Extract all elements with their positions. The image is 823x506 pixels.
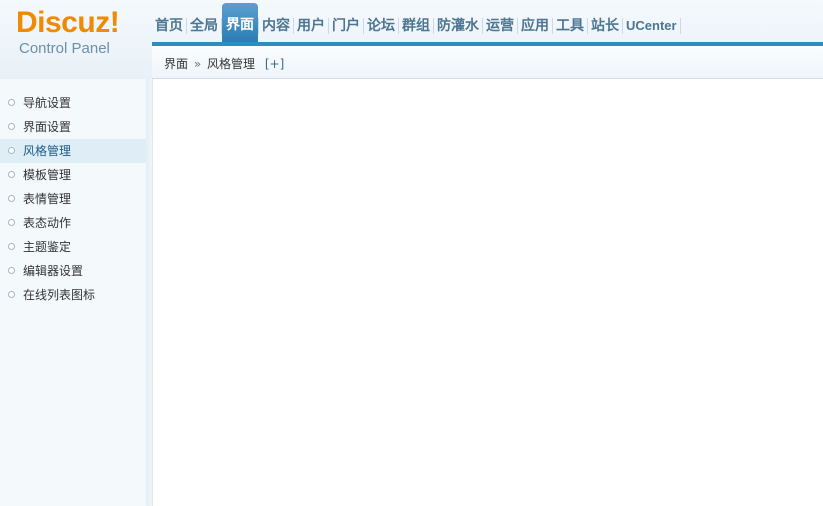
nav-item-tools: 工具 (553, 0, 588, 42)
sidebar-item-label: 在线列表图标 (23, 288, 96, 302)
sidebar-item-label: 表情管理 (23, 192, 72, 206)
nav-link-user[interactable]: 用户 (294, 13, 328, 39)
nav-item-antispam: 防灌水 (434, 0, 483, 42)
nav-item-admin: 站长 (588, 0, 623, 42)
nav-link-apps[interactable]: 应用 (518, 13, 552, 39)
logo-subtitle: Control Panel (19, 40, 110, 57)
sidebar-item-ui-settings[interactable]: 界面设置 (0, 115, 146, 139)
sidebar-item-label: 导航设置 (23, 96, 72, 110)
bullet-icon (8, 123, 15, 130)
sidebar-item-thread-stamps[interactable]: 主题鉴定 (0, 235, 146, 259)
nav-item-style: 界面 (222, 0, 259, 42)
sidebar-item-template-management[interactable]: 模板管理 (0, 163, 146, 187)
header: Discuz! Control Panel 首页 全局 界面 内容 用户 门户 … (0, 0, 823, 79)
sidebar-item-online-list-icons[interactable]: 在线列表图标 (0, 283, 146, 307)
bullet-icon (8, 99, 15, 106)
sidebar-item-reaction-actions[interactable]: 表态动作 (0, 211, 146, 235)
sidebar-item-editor-settings[interactable]: 编辑器设置 (0, 259, 146, 283)
bullet-icon (8, 291, 15, 298)
breadcrumb-section[interactable]: 界面 (164, 57, 188, 71)
nav-link-tools[interactable]: 工具 (553, 13, 587, 39)
sidebar-item-nav-settings[interactable]: 导航设置 (0, 91, 146, 115)
breadcrumb: 界面 » 风格管理 [+] (164, 55, 284, 72)
sidebar-item-label: 表态动作 (23, 216, 72, 230)
nav-link-group[interactable]: 群组 (399, 13, 433, 39)
bullet-icon (8, 147, 15, 154)
nav-item-portal: 门户 (329, 0, 364, 42)
sidebar: 导航设置 界面设置 风格管理 模板管理 表情管理 表态动作 主题鉴定 编辑器设置… (0, 79, 146, 506)
nav-item-global: 全局 (187, 0, 222, 42)
nav-item-content: 内容 (259, 0, 294, 42)
sidebar-item-label: 模板管理 (23, 168, 72, 182)
top-nav: 首页 全局 界面 内容 用户 门户 论坛 群组 防灌水 运营 应用 工具 站长 … (152, 0, 823, 42)
sidebar-item-style-management[interactable]: 风格管理 (0, 139, 146, 163)
bullet-icon (8, 195, 15, 202)
breadcrumb-bar: 界面 » 风格管理 [+] (152, 46, 823, 79)
main-content (152, 79, 823, 506)
logo-brand: Discuz! (16, 6, 120, 39)
sidebar-item-label: 界面设置 (23, 120, 72, 134)
sidebar-item-label: 编辑器设置 (23, 264, 84, 278)
sidebar-menu: 导航设置 界面设置 风格管理 模板管理 表情管理 表态动作 主题鉴定 编辑器设置… (0, 79, 146, 307)
nav-item-home: 首页 (152, 0, 187, 42)
nav-link-global[interactable]: 全局 (187, 13, 221, 39)
bullet-icon (8, 219, 15, 226)
sidebar-item-label: 风格管理 (23, 144, 72, 158)
breadcrumb-page: 风格管理 (207, 57, 256, 71)
nav-link-operation[interactable]: 运营 (483, 13, 517, 39)
nav-link-forum[interactable]: 论坛 (364, 13, 398, 39)
breadcrumb-separator: » (193, 57, 202, 71)
nav-link-portal[interactable]: 门户 (329, 13, 363, 39)
sidebar-item-smiley-management[interactable]: 表情管理 (0, 187, 146, 211)
nav-item-group: 群组 (399, 0, 434, 42)
nav-item-forum: 论坛 (364, 0, 399, 42)
logo[interactable]: Discuz! Control Panel (0, 0, 152, 79)
sidebar-item-label: 主题鉴定 (23, 240, 72, 254)
nav-item-operation: 运营 (483, 0, 518, 42)
nav-item-apps: 应用 (518, 0, 553, 42)
nav-separator (679, 18, 681, 34)
nav-link-admin[interactable]: 站长 (588, 13, 622, 39)
nav-link-home[interactable]: 首页 (152, 13, 186, 39)
add-shortcut-link[interactable]: [+] (265, 57, 284, 71)
nav-item-user: 用户 (294, 0, 329, 42)
bullet-icon (8, 267, 15, 274)
bullet-icon (8, 243, 15, 250)
nav-link-content[interactable]: 内容 (259, 13, 293, 39)
nav-link-style[interactable]: 界面 (222, 3, 258, 42)
bullet-icon (8, 171, 15, 178)
nav-link-ucenter[interactable]: UCenter (623, 13, 680, 39)
nav-item-ucenter: UCenter (623, 0, 681, 42)
nav-link-antispam[interactable]: 防灌水 (434, 13, 482, 39)
